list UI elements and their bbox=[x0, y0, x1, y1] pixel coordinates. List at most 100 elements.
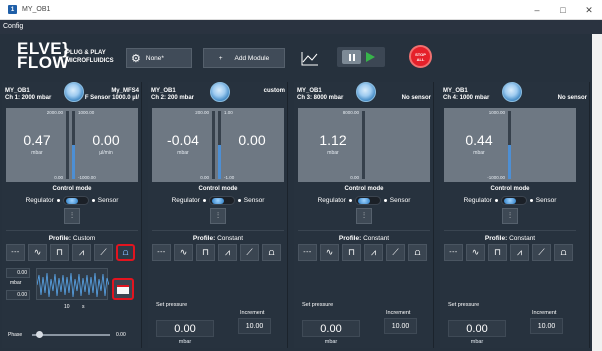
sensor-label: Sensor bbox=[243, 197, 265, 204]
profile-sine-button[interactable]: ∿ bbox=[320, 244, 339, 261]
profile-none-button[interactable]: --- bbox=[152, 244, 171, 261]
offset-field[interactable]: 0.00 bbox=[6, 290, 30, 300]
pressure-unit: mbar bbox=[327, 150, 339, 156]
sensor-name: No sensor bbox=[557, 95, 587, 101]
channel-knob[interactable] bbox=[210, 82, 230, 102]
profile-none-button[interactable]: --- bbox=[6, 244, 25, 261]
stop-all-button[interactable]: STOP ALL bbox=[409, 45, 432, 68]
pause-button[interactable] bbox=[342, 50, 361, 64]
profile-triangle-button[interactable]: ⩘ bbox=[364, 244, 383, 261]
settings-sliders-button[interactable]: ⫶ bbox=[210, 208, 226, 224]
square-wave-icon: ⊓ bbox=[55, 247, 64, 257]
control-mode-label: Control mode bbox=[490, 186, 530, 192]
settings-sliders-button[interactable]: ⫶ bbox=[356, 208, 372, 224]
channel-range: Ch 2: 200 mbar bbox=[151, 95, 195, 101]
pressure-value: -0.04 bbox=[167, 132, 199, 148]
sensor-unit: µl/min bbox=[99, 150, 113, 156]
increment-input[interactable]: 10.00 bbox=[384, 318, 417, 334]
profile-buttons: --- ∿ ⊓ ⩘ ⟋ ⩍ bbox=[298, 244, 432, 262]
profile-triangle-button[interactable]: ⩘ bbox=[218, 244, 237, 261]
graph-icon[interactable] bbox=[300, 48, 320, 68]
profile-triangle-button[interactable]: ⩘ bbox=[72, 244, 91, 261]
phase-value: 0.00 bbox=[116, 332, 126, 338]
profile-buttons: --- ∿ ⊓ ⩘ ⟋ ⩍ bbox=[152, 244, 286, 262]
profile-square-button[interactable]: ⊓ bbox=[342, 244, 361, 261]
profile-ramp-button[interactable]: ⟋ bbox=[240, 244, 259, 261]
config-value: None* bbox=[145, 54, 164, 62]
sliders-icon: ⫶ bbox=[363, 211, 365, 220]
toolbar: ELVE} FLOW PLUG & PLAY MICROFLUIDICS ⚙ N… bbox=[0, 34, 592, 80]
play-button[interactable] bbox=[366, 52, 375, 62]
profile-sine-button[interactable]: ∿ bbox=[28, 244, 47, 261]
regulator-label: Regulator bbox=[317, 197, 346, 204]
sine-icon: ∿ bbox=[33, 247, 42, 257]
scrollbar[interactable] bbox=[592, 34, 602, 351]
menu-config[interactable]: Config bbox=[3, 23, 23, 30]
profile-label: Profile: Constant bbox=[338, 235, 390, 242]
increment-input[interactable]: 10.00 bbox=[238, 318, 271, 334]
channel-knob[interactable] bbox=[64, 82, 84, 102]
control-mode-toggle-row: Regulator Sensor bbox=[2, 196, 142, 205]
channel-knob[interactable] bbox=[356, 82, 376, 102]
profile-ramp-button[interactable]: ⟋ bbox=[386, 244, 405, 261]
pressure-max: 2000.00 bbox=[46, 110, 63, 115]
settings-sliders-button[interactable]: ⫶ bbox=[64, 208, 80, 224]
sensor-name: custom bbox=[263, 88, 285, 94]
phase-slider-knob[interactable] bbox=[36, 331, 43, 338]
period-unit: s bbox=[82, 304, 85, 310]
set-pressure-unit: mbar bbox=[178, 339, 192, 345]
profile-triangle-button[interactable]: ⩘ bbox=[510, 244, 529, 261]
gear-icon: ⚙ bbox=[131, 52, 141, 65]
profile-custom-button[interactable]: ⩍ bbox=[554, 244, 573, 261]
profile-sine-button[interactable]: ∿ bbox=[466, 244, 485, 261]
add-module-button[interactable]: + Add Module bbox=[203, 48, 285, 68]
config-selector[interactable]: ⚙ None* bbox=[126, 48, 192, 68]
minimize-button[interactable]: – bbox=[524, 0, 550, 20]
app-area: ELVE} FLOW PLUG & PLAY MICROFLUIDICS ⚙ N… bbox=[0, 34, 592, 351]
control-mode-toggle[interactable] bbox=[62, 196, 89, 205]
readout-display: 1000.00 -1000.00 0.44 mbar bbox=[444, 108, 576, 182]
sensor-value: 0.00 bbox=[238, 132, 266, 148]
increment-input[interactable]: 10.00 bbox=[530, 318, 563, 334]
run-controls bbox=[337, 47, 385, 67]
pressure-unit: mbar bbox=[473, 150, 485, 156]
custom-profile-panel: 0.00 mbar 0.00 10 s Phase 0.00 bbox=[6, 264, 140, 346]
set-pressure-unit: mbar bbox=[470, 339, 484, 345]
profile-sine-button[interactable]: ∿ bbox=[174, 244, 193, 261]
sensor-max: 1000.00 bbox=[78, 110, 95, 115]
square-wave-icon: ⊓ bbox=[347, 247, 356, 257]
close-button[interactable]: ✕ bbox=[576, 0, 602, 20]
profile-none-button[interactable]: --- bbox=[298, 244, 317, 261]
control-mode-toggle[interactable] bbox=[354, 196, 381, 205]
profile-none-button[interactable]: --- bbox=[444, 244, 463, 261]
set-pressure-input[interactable]: 0.00 bbox=[302, 320, 360, 337]
profile-custom-button[interactable]: ⩍ bbox=[408, 244, 427, 261]
control-mode-label: Control mode bbox=[198, 186, 238, 192]
profile-custom-button[interactable]: ⩍ bbox=[116, 244, 135, 261]
amplitude-field[interactable]: 0.00 bbox=[6, 268, 30, 278]
profile-square-button[interactable]: ⊓ bbox=[196, 244, 215, 261]
sensor-name: My_MFS4 bbox=[111, 88, 139, 94]
window-title: MY_OB1 bbox=[22, 6, 51, 13]
increment-label: Increment bbox=[386, 310, 411, 316]
control-mode-toggle[interactable] bbox=[500, 196, 527, 205]
profile-ramp-button[interactable]: ⟋ bbox=[532, 244, 551, 261]
profile-square-button[interactable]: ⊓ bbox=[488, 244, 507, 261]
profile-buttons: --- ∿ ⊓ ⩘ ⟋ ⩍ bbox=[6, 244, 140, 262]
load-profile-button[interactable] bbox=[112, 278, 134, 300]
channel-knob[interactable] bbox=[502, 82, 522, 102]
set-pressure-unit: mbar bbox=[324, 339, 338, 345]
control-mode-toggle[interactable] bbox=[208, 196, 235, 205]
profile-ramp-button[interactable]: ⟋ bbox=[94, 244, 113, 261]
maximize-button[interactable]: □ bbox=[550, 0, 576, 20]
set-pressure-label: Set pressure bbox=[448, 302, 480, 308]
phase-slider[interactable] bbox=[32, 334, 110, 336]
set-pressure-input[interactable]: 0.00 bbox=[448, 320, 506, 337]
sensor-max: 1.00 bbox=[224, 110, 233, 115]
settings-sliders-button[interactable]: ⫶ bbox=[502, 208, 518, 224]
sensor-value: 0.00 bbox=[92, 132, 120, 148]
set-pressure-input[interactable]: 0.00 bbox=[156, 320, 214, 337]
profile-custom-button[interactable]: ⩍ bbox=[262, 244, 281, 261]
profile-square-button[interactable]: ⊓ bbox=[50, 244, 69, 261]
custom-profile-icon: ⩍ bbox=[268, 247, 275, 257]
